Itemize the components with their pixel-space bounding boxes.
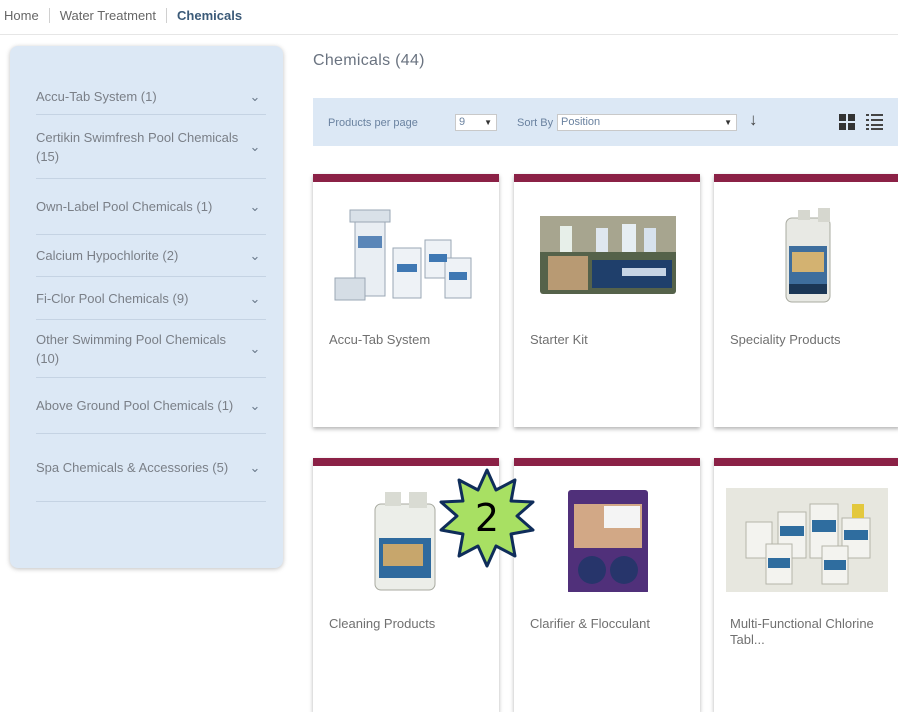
breadcrumb-separator (166, 8, 168, 23)
chevron-down-icon[interactable]: ⌄ (248, 87, 262, 106)
chevron-down-icon[interactable]: ⌄ (248, 458, 262, 477)
sidebar-item-own-label[interactable]: Own-Label Pool Chemicals (1) ⌄ (36, 179, 266, 235)
product-card-multi-functional[interactable]: Multi-Functional Chlorine Tabl... (714, 458, 898, 712)
listing-toolbar: Products per page 9 ▼ Sort By Position ▼… (313, 98, 898, 146)
per-page-label: Products per page (328, 117, 418, 129)
product-card-speciality[interactable]: Speciality Products (714, 174, 898, 427)
badge-number: 2 (474, 496, 500, 540)
product-name[interactable]: Speciality Products (730, 332, 890, 348)
page-title: Chemicals (44) (313, 52, 425, 69)
sort-by-value: Position (561, 116, 601, 128)
sidebar-item-above-ground[interactable]: Above Ground Pool Chemicals (1) ⌄ (36, 378, 266, 434)
product-card-clarifier[interactable]: Clarifier & Flocculant (514, 458, 700, 712)
dropdown-arrow-icon: ▼ (484, 118, 492, 127)
product-name[interactable]: Starter Kit (530, 332, 690, 348)
sidebar-item-calcium-hypochlorite[interactable]: Calcium Hypochlorite (2) ⌄ (36, 235, 266, 277)
clarifier-flocculant-image[interactable] (526, 482, 688, 592)
sort-direction-icon[interactable]: ↓ (749, 110, 758, 130)
product-name[interactable]: Accu-Tab System (329, 332, 489, 348)
sidebar-item-spa-chemicals[interactable]: Spa Chemicals & Accessories (5) ⌄ (36, 434, 266, 502)
product-name[interactable]: Multi-Functional Chlorine Tabl... (730, 616, 890, 648)
multi-functional-chlorine-image[interactable] (726, 482, 888, 592)
sort-by-label: Sort By (517, 117, 554, 129)
breadcrumb: Home Water Treatment Chemicals (4, 8, 242, 23)
sidebar-item-label: Above Ground Pool Chemicals (1) (36, 398, 234, 413)
sidebar-item-label: Accu-Tab System (1) (36, 88, 157, 104)
product-card-starter-kit[interactable]: Starter Kit (514, 174, 700, 427)
per-page-value: 9 (459, 116, 466, 128)
sidebar-item-fi-clor[interactable]: Fi-Clor Pool Chemicals (9) ⌄ (36, 277, 266, 320)
breadcrumb-home[interactable]: Home (4, 8, 39, 23)
breadcrumb-separator (48, 8, 50, 23)
sidebar-item-label: Calcium Hypochlorite (2) (36, 248, 179, 263)
dropdown-arrow-icon: ▼ (724, 118, 732, 127)
sidebar-item-label: Certikin Swimfresh Pool Chemicals (15) (36, 129, 239, 164)
sidebar-item-accu-tab[interactable]: Accu-Tab System (1) ⌄ (36, 78, 266, 115)
product-card-accu-tab[interactable]: Accu-Tab System (313, 174, 499, 427)
chevron-down-icon[interactable]: ⌄ (248, 339, 262, 358)
sidebar-item-other-pool[interactable]: Other Swimming Pool Chemicals (10) ⌄ (36, 320, 266, 378)
sort-by-select[interactable]: Position ▼ (557, 114, 737, 131)
breadcrumb-current: Chemicals (177, 8, 243, 23)
sidebar-item-label: Fi-Clor Pool Chemicals (9) (36, 290, 189, 306)
product-name[interactable]: Clarifier & Flocculant (530, 616, 690, 632)
chevron-down-icon[interactable]: ⌄ (248, 197, 262, 216)
grid-view-icon[interactable] (839, 114, 855, 130)
speciality-products-image[interactable] (726, 198, 888, 308)
per-page-select[interactable]: 9 ▼ (455, 114, 497, 131)
product-name[interactable]: Cleaning Products (329, 616, 489, 632)
category-sidebar: Accu-Tab System (1) ⌄ Certikin Swimfresh… (10, 46, 283, 568)
chevron-down-icon[interactable]: ⌄ (248, 137, 262, 156)
breadcrumb-water-treatment[interactable]: Water Treatment (60, 8, 156, 23)
list-view-icon[interactable] (866, 113, 883, 130)
breadcrumb-divider (0, 34, 898, 35)
sidebar-item-certikin[interactable]: Certikin Swimfresh Pool Chemicals (15) ⌄ (36, 115, 266, 179)
chevron-down-icon[interactable]: ⌄ (248, 396, 262, 415)
accu-tab-system-image[interactable] (325, 198, 487, 308)
category-list: Accu-Tab System (1) ⌄ Certikin Swimfresh… (36, 78, 266, 502)
chevron-down-icon[interactable]: ⌄ (248, 246, 262, 265)
sidebar-item-label: Other Swimming Pool Chemicals (10) (36, 331, 227, 366)
sidebar-item-label: Spa Chemicals & Accessories (5) (36, 460, 229, 475)
sidebar-item-label: Own-Label Pool Chemicals (1) (36, 199, 213, 214)
chevron-down-icon[interactable]: ⌄ (248, 289, 262, 308)
starter-kit-image[interactable] (526, 198, 688, 308)
